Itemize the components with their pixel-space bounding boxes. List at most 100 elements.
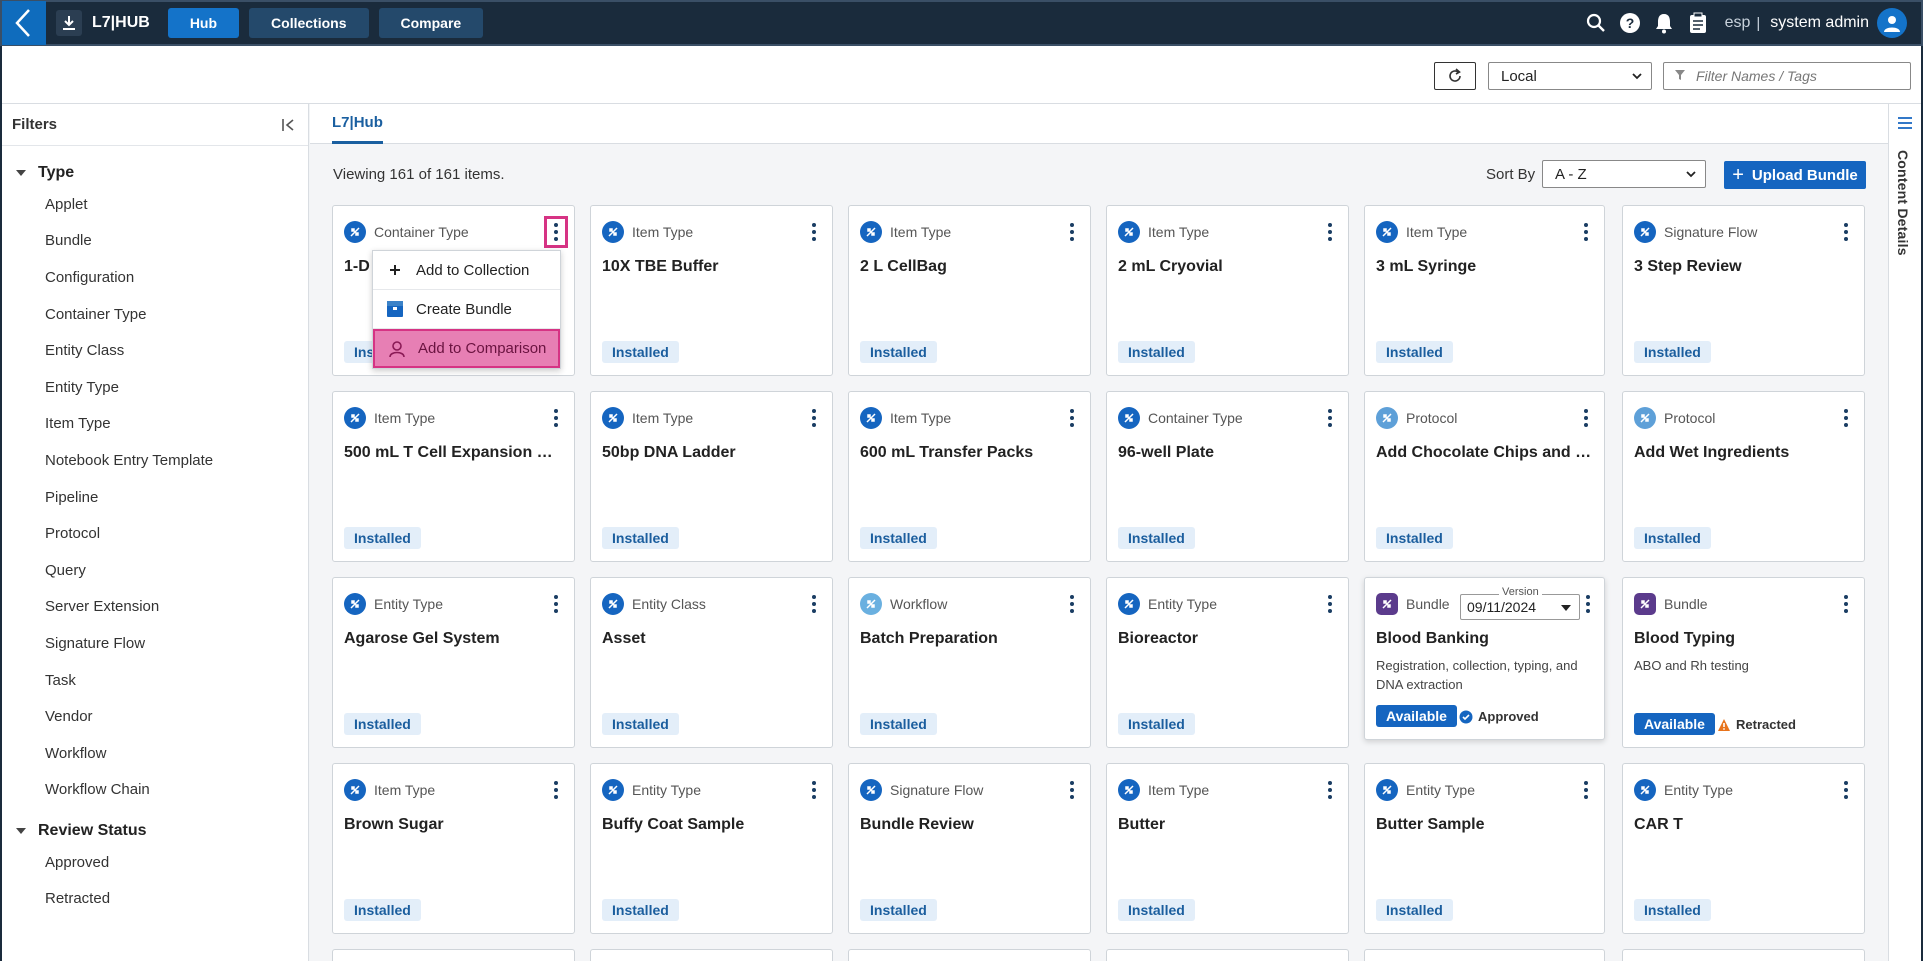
more-options-icon[interactable] (1322, 592, 1338, 616)
nav-collections[interactable]: Collections (249, 8, 369, 38)
card-name[interactable]: 2 L CellBag (860, 258, 1080, 276)
card-name[interactable]: Asset (602, 630, 822, 648)
search-icon[interactable] (1581, 8, 1611, 38)
filter-group-review-status[interactable]: Review Status (2, 818, 308, 844)
more-options-icon[interactable] (1838, 220, 1854, 244)
filter-type-pipeline[interactable]: Pipeline (2, 479, 308, 516)
item-card[interactable]: Protocol Add Chocolate Chips and O... Inst… (1364, 391, 1605, 562)
menu-add-to-comparison[interactable]: Add to Comparison (373, 329, 560, 368)
nav-compare[interactable]: Compare (378, 8, 484, 38)
filter-type-entity-class[interactable]: Entity Class (2, 332, 308, 369)
more-options-icon[interactable] (1322, 778, 1338, 802)
filter-type-task[interactable]: Task (2, 662, 308, 699)
card-name[interactable]: Butter Sample (1376, 816, 1594, 834)
upload-bundle-button[interactable]: + Upload Bundle (1724, 161, 1866, 189)
item-card[interactable]: Item Type 2 L CellBag Installed (848, 205, 1091, 376)
filter-type-workflow[interactable]: Workflow (2, 735, 308, 772)
item-card[interactable]: Item Type 50bp DNA Ladder Installed (590, 391, 833, 562)
menu-create-bundle[interactable]: Create Bundle (373, 290, 560, 329)
filter-type-server-extension[interactable]: Server Extension (2, 589, 308, 626)
more-options-icon[interactable] (806, 220, 822, 244)
item-card[interactable] (590, 949, 833, 961)
item-card[interactable]: Bundle Blood Typing ABO and Rh testing Avai… (1622, 577, 1865, 748)
more-options-icon[interactable] (1064, 220, 1080, 244)
brand[interactable]: L7|HUB (56, 10, 150, 36)
item-card[interactable]: Container Type 96-well Plate Installed (1106, 391, 1349, 562)
more-options-icon[interactable] (1838, 778, 1854, 802)
filter-type-item-type[interactable]: Item Type (2, 406, 308, 443)
filter-review-retracted[interactable]: Retracted (2, 881, 308, 918)
card-name[interactable]: 2 mL Cryovial (1118, 258, 1338, 276)
item-card[interactable]: Item Type 10X TBE Buffer Installed (590, 205, 833, 376)
card-name[interactable]: 96-well Plate (1118, 444, 1338, 462)
card-name[interactable]: Add Wet Ingredients (1634, 444, 1854, 462)
more-options-icon[interactable] (1064, 592, 1080, 616)
item-card[interactable]: Entity Type Agarose Gel System Installed (332, 577, 575, 748)
card-name[interactable]: 10X TBE Buffer (602, 258, 822, 276)
more-options-icon[interactable] (1322, 220, 1338, 244)
filter-type-configuration[interactable]: Configuration (2, 259, 308, 296)
filter-type-entity-type[interactable]: Entity Type (2, 369, 308, 406)
card-name[interactable]: 3 mL Syringe (1376, 258, 1594, 276)
item-card[interactable]: Item Type Butter Installed (1106, 763, 1349, 934)
more-options-icon[interactable] (548, 406, 564, 430)
user-name[interactable]: system admin (1770, 14, 1869, 32)
card-name[interactable]: Buffy Coat Sample (602, 816, 822, 834)
item-card[interactable] (332, 949, 575, 961)
filter-type-workflow-chain[interactable]: Workflow Chain (2, 772, 308, 809)
item-card[interactable]: Protocol Add Wet Ingredients Installed (1622, 391, 1865, 562)
item-card[interactable]: Item Type 2 mL Cryovial Installed (1106, 205, 1349, 376)
filter-type-notebook-entry-template[interactable]: Notebook Entry Template (2, 442, 308, 479)
nav-hub[interactable]: Hub (167, 8, 240, 38)
language-selector[interactable]: esp (1725, 14, 1751, 32)
clipboard-icon[interactable] (1683, 8, 1713, 38)
item-card[interactable]: Bundle Blood Banking Registration, collect… (1364, 577, 1605, 740)
filter-type-query[interactable]: Query (2, 552, 308, 589)
card-name[interactable]: Blood Typing (1634, 630, 1854, 648)
more-options-icon[interactable] (544, 216, 568, 248)
more-options-icon[interactable] (1322, 406, 1338, 430)
sort-select[interactable]: A - Z (1542, 160, 1706, 188)
more-options-icon[interactable] (806, 406, 822, 430)
more-options-icon[interactable] (806, 592, 822, 616)
item-card[interactable]: Item Type 3 mL Syringe Installed (1364, 205, 1605, 376)
card-name[interactable]: 3 Step Review (1634, 258, 1854, 276)
item-card[interactable]: Signature Flow Bundle Review Installed (848, 763, 1091, 934)
item-card[interactable]: Entity Type Bioreactor Installed (1106, 577, 1349, 748)
item-card[interactable] (848, 949, 1091, 961)
card-name[interactable]: 600 mL Transfer Packs (860, 444, 1080, 462)
version-select[interactable]: Version 09/11/2024 (1460, 586, 1580, 620)
help-icon[interactable]: ? (1615, 8, 1645, 38)
list-icon[interactable] (1897, 116, 1913, 130)
location-select[interactable]: Local (1488, 62, 1652, 90)
more-options-icon[interactable] (1578, 778, 1594, 802)
more-options-icon[interactable] (1578, 406, 1594, 430)
more-options-icon[interactable] (1838, 406, 1854, 430)
more-options-icon[interactable] (1580, 592, 1596, 616)
card-name[interactable]: 50bp DNA Ladder (602, 444, 822, 462)
bell-icon[interactable] (1649, 8, 1679, 38)
refresh-button[interactable] (1434, 62, 1476, 90)
card-name[interactable]: Batch Preparation (860, 630, 1080, 648)
filter-review-approved[interactable]: Approved (2, 844, 308, 881)
card-name[interactable]: Bioreactor (1118, 630, 1338, 648)
item-card[interactable]: Signature Flow 3 Step Review Installed (1622, 205, 1865, 376)
card-name[interactable]: Blood Banking (1376, 630, 1594, 648)
filter-type-vendor[interactable]: Vendor (2, 698, 308, 735)
item-card[interactable] (1106, 949, 1349, 961)
more-options-icon[interactable] (548, 778, 564, 802)
filter-type-protocol[interactable]: Protocol (2, 515, 308, 552)
more-options-icon[interactable] (548, 592, 564, 616)
filter-type-bundle[interactable]: Bundle (2, 223, 308, 260)
item-card[interactable]: Item Type 500 mL T Cell Expansion Me... In… (332, 391, 575, 562)
item-card[interactable]: Entity Type CAR T Installed (1622, 763, 1865, 934)
item-card[interactable]: Entity Type Buffy Coat Sample Installed (590, 763, 833, 934)
more-options-icon[interactable] (1578, 220, 1594, 244)
filter-group-type[interactable]: Type (2, 160, 308, 186)
card-name[interactable]: Butter (1118, 816, 1338, 834)
card-name[interactable]: CAR T (1634, 816, 1854, 834)
card-name[interactable]: 500 mL T Cell Expansion Me... (344, 444, 564, 462)
back-button[interactable] (2, 1, 46, 45)
filter-type-container-type[interactable]: Container Type (2, 296, 308, 333)
item-card[interactable] (1364, 949, 1605, 961)
